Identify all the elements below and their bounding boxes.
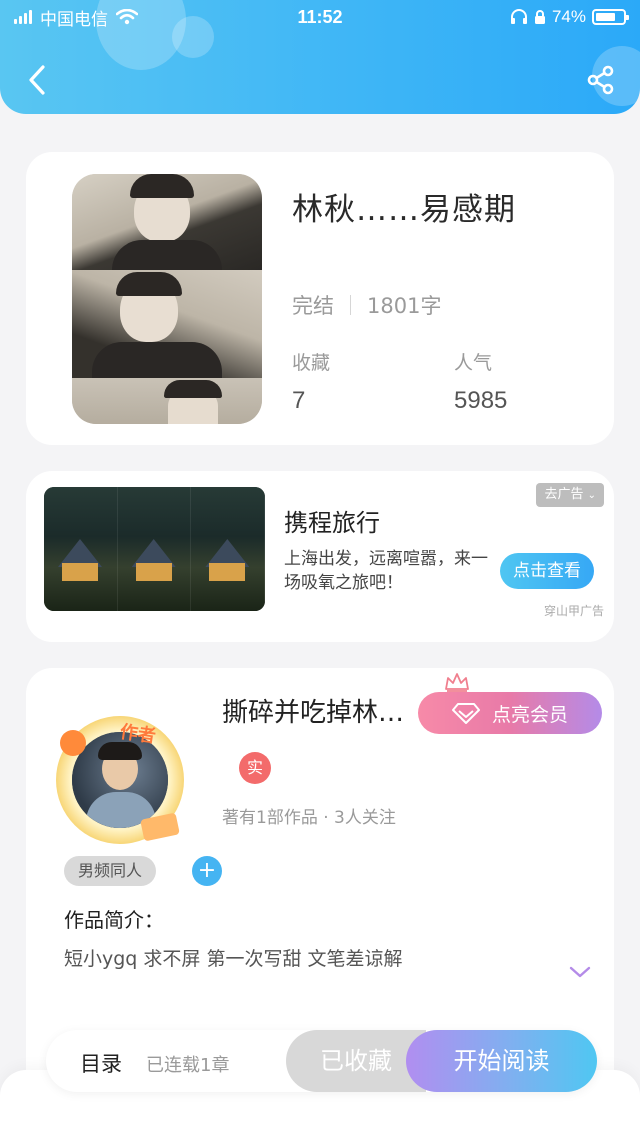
ad-image-slice [191,487,265,611]
popularity-label: 人气 [454,352,493,374]
battery-percent: 74% [551,7,586,26]
crown-icon [445,673,469,692]
expand-button[interactable] [568,964,592,983]
book-info-card: 林秋……易感期 完结 1801字 收藏 7 人气 5985 [26,152,614,445]
signal-icon [14,10,32,24]
cover-panel [72,378,262,424]
favorited-button[interactable]: 已收藏 [286,1030,426,1092]
intro-label: 作品简介： [64,908,164,932]
start-reading-button[interactable]: 开始阅读 [406,1030,597,1092]
share-button[interactable] [584,62,618,98]
remove-ad-button[interactable]: 去广告 ⌄ [536,483,604,507]
microphone-icon [60,730,86,756]
verified-badge: 实 [239,752,271,784]
author-meta: 著有1部作品 · 3人关注 [222,808,396,828]
ad-title: 携程旅行 [284,509,380,537]
carrier-label: 中国电信 [40,9,108,29]
popularity-value: 5985 [454,387,508,414]
ad-card[interactable]: 携程旅行 上海出发，远离喧嚣，来一场吸氧之旅吧！ 去广告 ⌄ 点击查看 穿山甲广… [26,471,614,642]
battery-icon [592,9,629,25]
ad-image[interactable] [44,487,265,611]
ad-image-slice [117,487,192,611]
divider [350,295,351,315]
back-button[interactable] [20,60,54,100]
headphones-icon [510,9,527,24]
ad-cta-button[interactable]: 点击查看 [500,553,594,589]
vip-button-label: 点亮会员 [491,703,568,726]
lock-rotation-icon [534,10,545,24]
book-title: 林秋……易感期 [292,192,516,228]
ad-image-slice [44,487,118,611]
author-name[interactable]: 撕碎并吃掉林… [222,692,422,729]
word-count: 1801字 [367,294,442,318]
ad-description: 上海出发，远离喧嚣，来一场吸氧之旅吧！ [284,549,488,593]
plus-icon: + [197,858,217,883]
intro-text: 短小ygq 求不屏 第一次写甜 文笔差谅解 [64,948,403,970]
book-cover[interactable] [72,174,262,424]
vip-button[interactable]: 点亮会员 [418,692,602,734]
chevron-left-icon [29,65,45,95]
popularity-stat: 人气 5985 [454,348,507,415]
tag-chip[interactable]: 男频同人 [64,856,157,886]
ad-source-label: 穿山甲广告 [543,604,604,618]
chevron-down-icon [569,966,591,978]
author-avatar[interactable]: 作者 [56,716,184,844]
wifi-icon [116,9,138,25]
toc-button[interactable]: 目录 [80,1048,122,1078]
book-status: 完结 [292,294,334,318]
favorites-stat: 收藏 7 [292,348,330,415]
diamond-icon [451,703,480,724]
favorites-value: 7 [292,387,306,414]
book-meta: 完结 1801字 [292,290,441,320]
cover-panel [72,270,262,378]
favorites-label: 收藏 [292,352,331,374]
status-bar: 中国电信 11:52 74% [0,0,640,34]
remove-ad-label: 去广告 [544,487,584,502]
author-tag: 作者 [118,721,158,748]
add-tag-button[interactable]: + [192,856,222,886]
share-icon [587,65,614,95]
cover-panel [72,174,262,270]
header: 中国电信 11:52 74% [0,0,640,114]
bottom-action-bar: 目录 已连载1章 已收藏 开始阅读 [46,1030,597,1092]
chevron-down-icon: ⌄ [587,490,596,501]
chapter-count: 已连载1章 [146,1055,230,1076]
